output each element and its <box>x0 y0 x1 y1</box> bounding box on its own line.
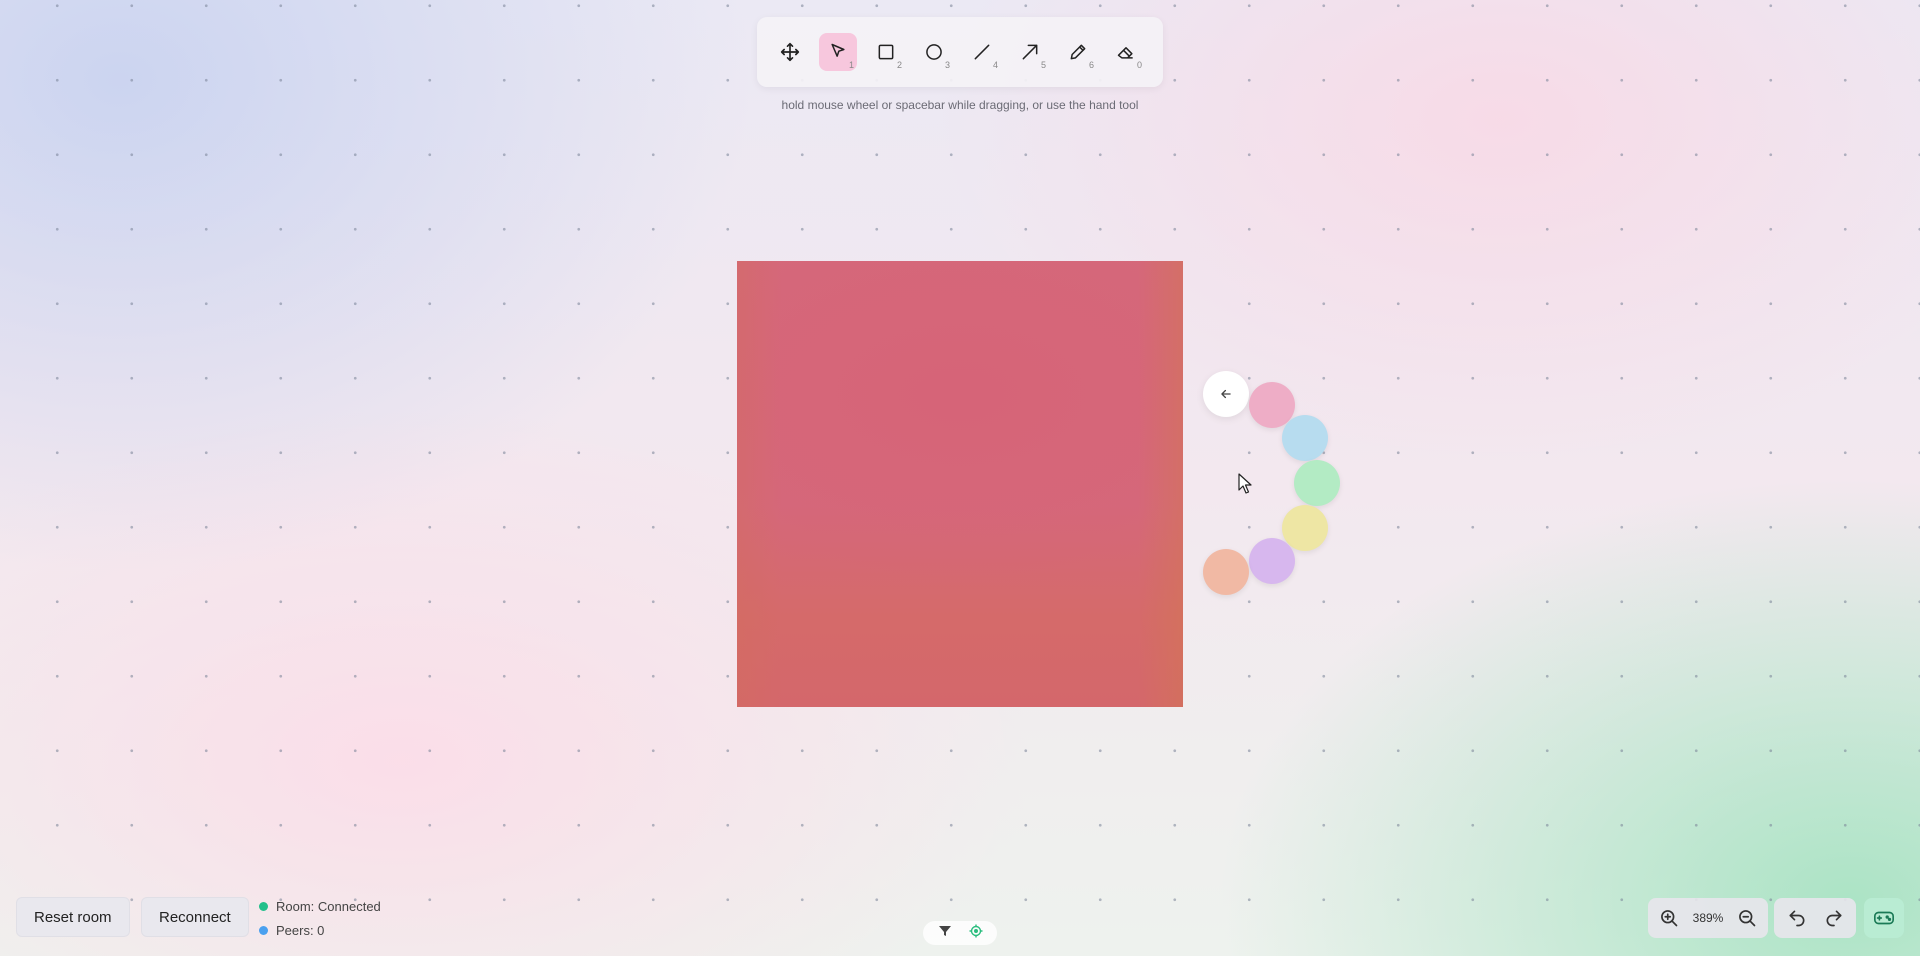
peers-status-text: Peers: 0 <box>276 923 325 938</box>
color-swatch-purple[interactable] <box>1249 538 1295 584</box>
canvas-rectangle-shape[interactable] <box>737 261 1183 707</box>
navigation-hint: hold mouse wheel or spacebar while dragg… <box>781 98 1139 112</box>
room-status-text: Room: Connected <box>276 899 381 914</box>
pointer-icon <box>831 43 845 57</box>
peers-status: Peers: 0 <box>259 923 324 938</box>
tool-shortcut: 6 <box>1088 60 1094 70</box>
undo-icon <box>1789 910 1804 927</box>
redo-button[interactable] <box>1819 903 1849 933</box>
tool-shortcut: 0 <box>1136 60 1142 70</box>
color-swatch-green[interactable] <box>1294 460 1340 506</box>
move-icon <box>780 42 800 62</box>
tool-rectangle[interactable]: 2 <box>867 33 905 71</box>
eraser-icon <box>1117 47 1133 59</box>
reset-room-button[interactable]: Reset room <box>16 897 130 937</box>
reconnect-button[interactable]: Reconnect <box>141 897 249 937</box>
tool-toolbar: 1 2 3 4 5 6 0 <box>757 17 1163 87</box>
tool-shortcut: 1 <box>848 60 854 70</box>
pencil-icon <box>1070 44 1086 60</box>
zoom-controls: 389% <box>1648 898 1768 938</box>
tool-pencil[interactable]: 6 <box>1059 33 1097 71</box>
square-icon <box>878 44 894 60</box>
mouse-cursor-icon <box>1238 473 1252 494</box>
room-status-dot <box>259 902 268 911</box>
redo-icon <box>1826 910 1841 927</box>
zoom-out-button[interactable] <box>1732 903 1762 933</box>
locate-icon[interactable] <box>969 924 983 943</box>
line-icon <box>974 44 990 60</box>
tool-hand[interactable] <box>771 33 809 71</box>
tool-select[interactable]: 1 <box>819 33 857 71</box>
zoom-out-icon <box>1739 910 1756 927</box>
tool-shortcut: 5 <box>1040 60 1046 70</box>
history-controls <box>1774 898 1856 938</box>
zoom-in-button[interactable] <box>1654 903 1684 933</box>
zoom-level[interactable]: 389% <box>1693 911 1724 925</box>
tool-line[interactable]: 4 <box>963 33 1001 71</box>
gamepad-button[interactable] <box>1864 898 1904 938</box>
arrow-left-icon <box>1221 389 1231 399</box>
bottom-center-controls <box>923 921 997 945</box>
color-swatch-peach[interactable] <box>1203 549 1249 595</box>
undo-button[interactable] <box>1782 903 1812 933</box>
color-swatch-blue[interactable] <box>1282 415 1328 461</box>
color-swatch-yellow[interactable] <box>1282 505 1328 551</box>
reconnect-label: Reconnect <box>159 908 231 926</box>
filter-icon[interactable] <box>938 924 952 942</box>
tool-ellipse[interactable]: 3 <box>915 33 953 71</box>
room-status: Room: Connected <box>259 899 381 914</box>
color-picker-back-button[interactable] <box>1203 371 1249 417</box>
circle-icon <box>926 44 942 60</box>
tool-eraser[interactable]: 0 <box>1107 33 1145 71</box>
tool-shortcut: 3 <box>944 60 950 70</box>
zoom-in-icon <box>1661 910 1678 927</box>
tool-shortcut: 2 <box>896 60 902 70</box>
tool-shortcut: 4 <box>992 60 998 70</box>
peers-status-dot <box>259 926 268 935</box>
reset-room-label: Reset room <box>34 908 112 926</box>
gamepad-icon <box>1874 911 1894 925</box>
tool-arrow[interactable]: 5 <box>1011 33 1049 71</box>
arrow-icon <box>1022 44 1038 60</box>
